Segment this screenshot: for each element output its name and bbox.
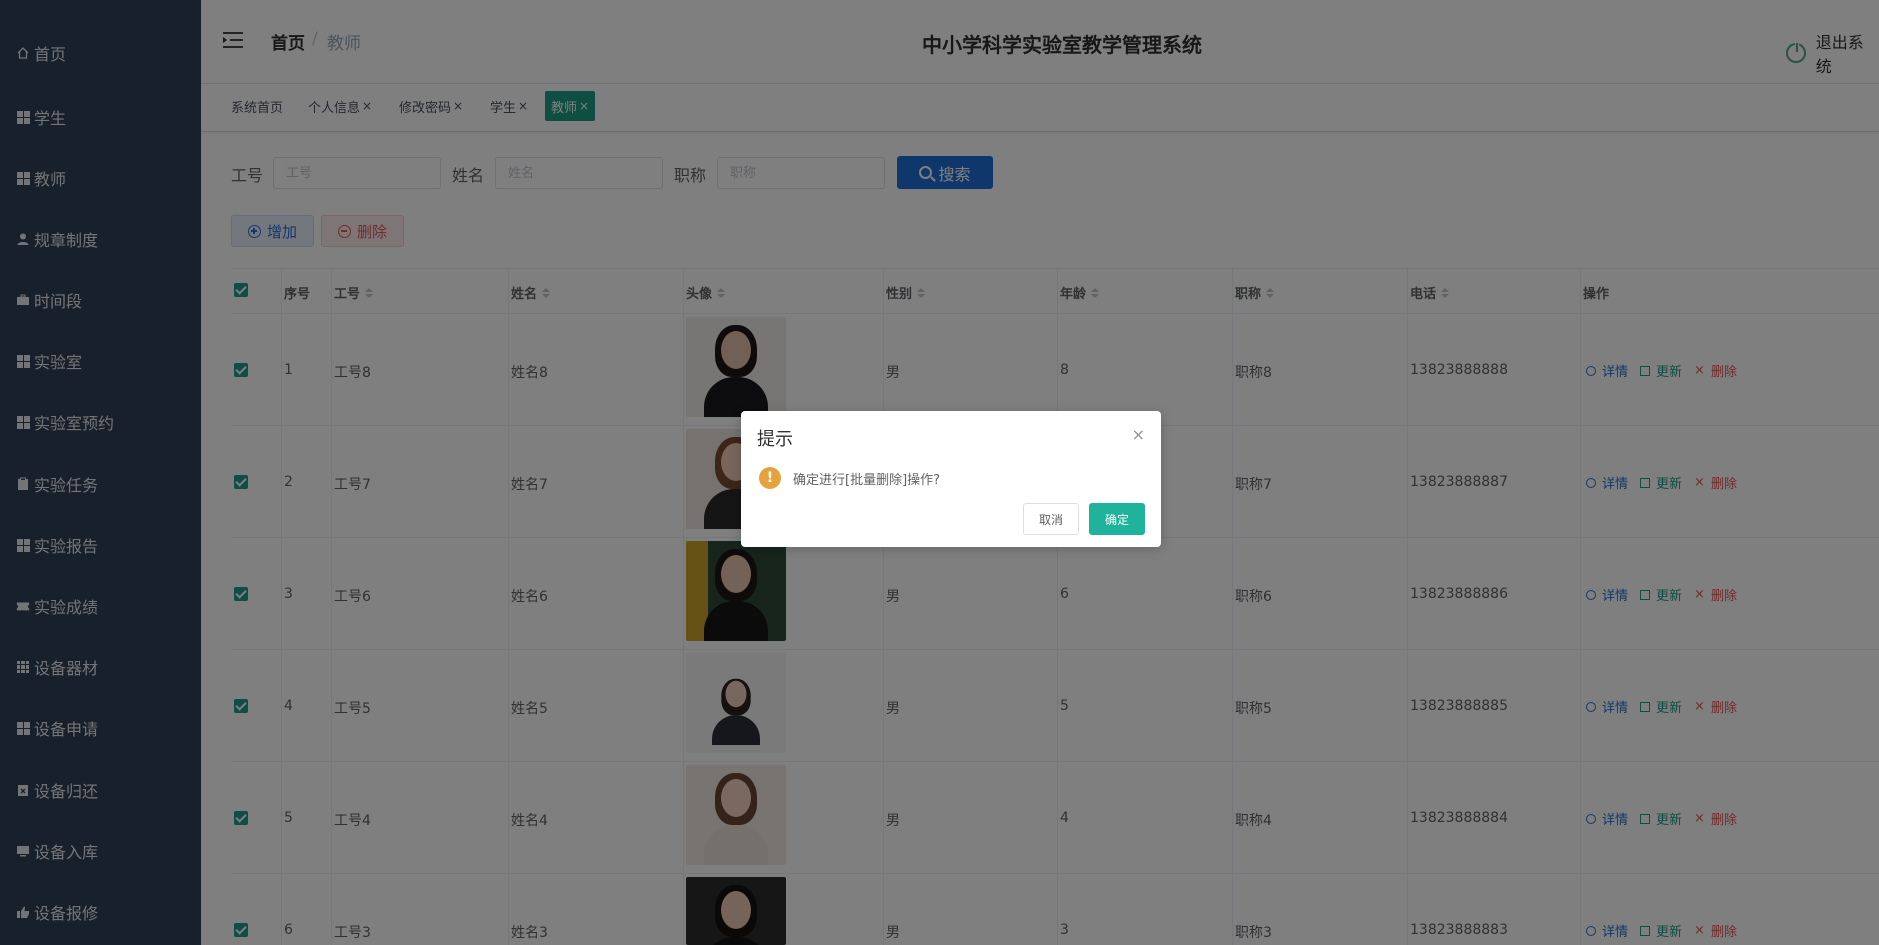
close-icon[interactable]: ×	[1132, 425, 1145, 444]
confirm-button[interactable]: 确定	[1089, 503, 1145, 535]
dialog-message: 确定进行[批量删除]操作?	[793, 473, 941, 488]
warning-icon: !	[759, 467, 781, 489]
dialog-title: 提示	[757, 429, 793, 450]
cancel-button[interactable]: 取消	[1023, 503, 1079, 535]
confirm-dialog: 提示 × ! 确定进行[批量删除]操作? 取消 确定	[741, 411, 1161, 547]
